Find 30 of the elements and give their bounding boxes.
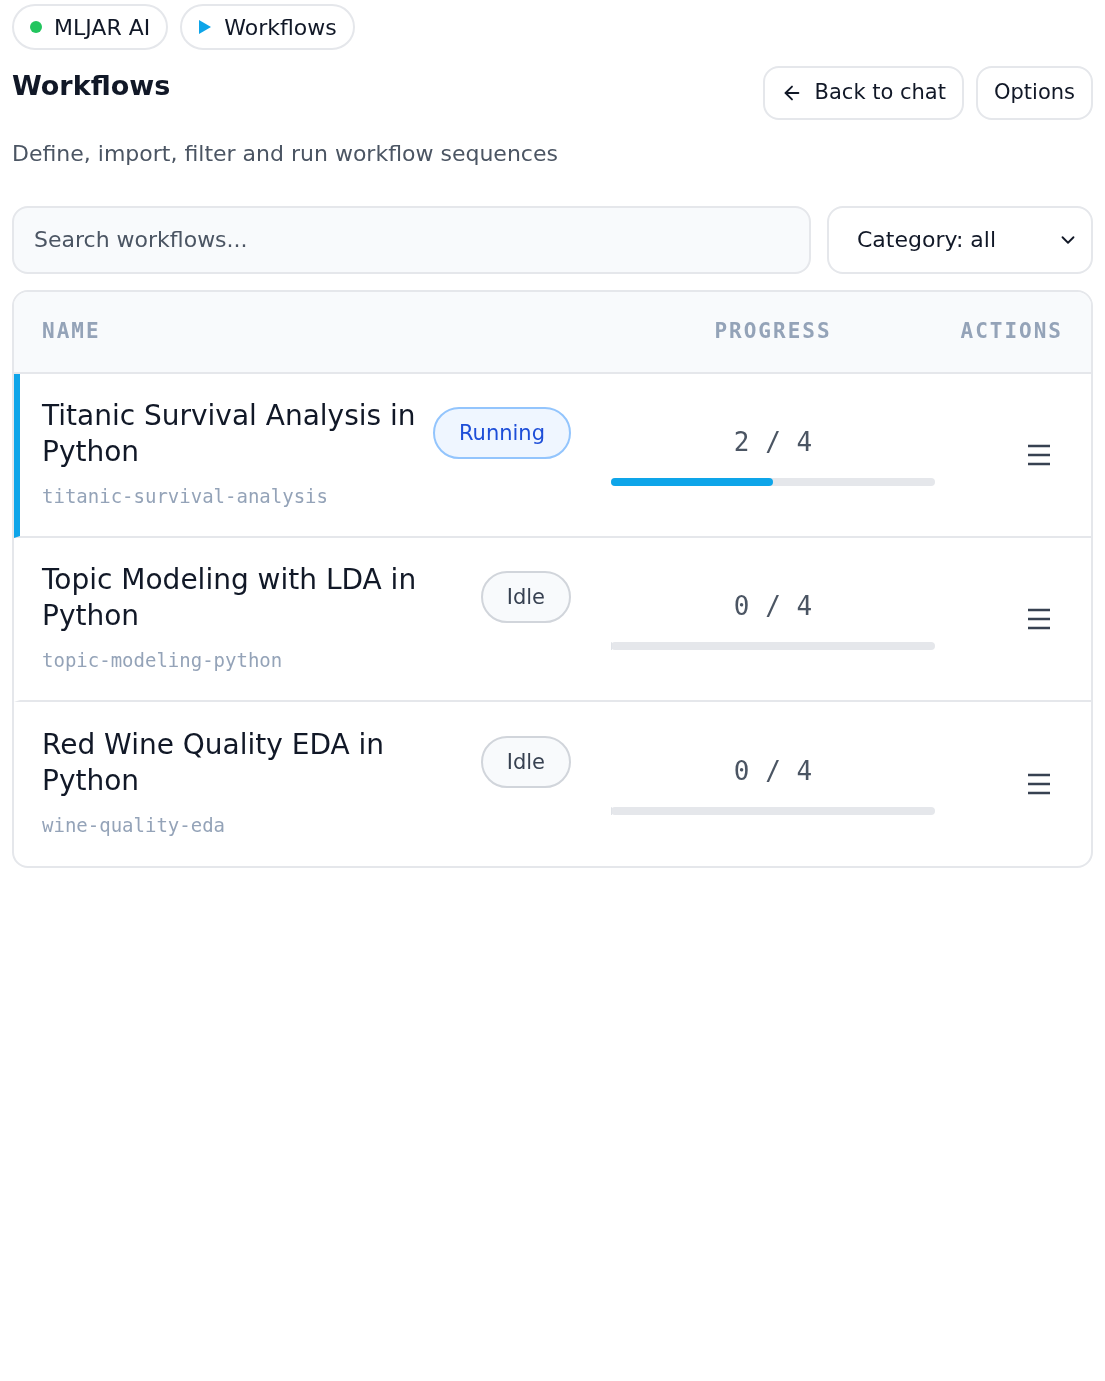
breadcrumb-chip[interactable]: MLJAR AI (12, 4, 169, 50)
workflow-row[interactable]: Topic Modeling with LDA in Python topic-modeling-python Idle 0 / 4 (14, 537, 1091, 702)
workflow-name: Red Wine Quality EDA in Python (42, 727, 386, 800)
page-title: Workflows (12, 69, 172, 103)
progress-count: 2 / 4 (733, 426, 813, 459)
status-badge: Idle (480, 571, 571, 624)
menu-icon (1027, 607, 1051, 630)
back-button[interactable]: Back to chat (762, 66, 964, 120)
column-header: NAME (41, 317, 102, 345)
options-button[interactable]: Options (975, 66, 1093, 120)
play-icon (198, 19, 213, 35)
page-subtitle: Define, import, filter and run workflow sequences (12, 139, 558, 168)
column-header: PROGRESS (713, 317, 833, 345)
workflow-row[interactable]: Titanic Survival Analysis in Python titanic-survival-analysis Running 2 / 4 (14, 373, 1091, 538)
status-badge: Running (432, 407, 571, 460)
workflow-slug: wine-quality-eda (42, 813, 227, 839)
workflow-name: Titanic Survival Analysis in Python (42, 398, 417, 471)
column-header: ACTIONS (959, 317, 1064, 345)
search-field[interactable]: Search workflows... (12, 205, 811, 274)
progress-count: 0 / 4 (733, 755, 813, 788)
menu-icon (1027, 772, 1051, 795)
workflow-name: Topic Modeling with LDA in Python (42, 562, 418, 635)
breadcrumb-chip[interactable]: Workflows (180, 4, 355, 50)
progress-count: 0 / 4 (733, 590, 813, 623)
workflow-row[interactable]: Red Wine Quality EDA in Python wine-quality-eda Idle 0 / 4 (14, 701, 1091, 866)
workflow-slug: topic-modeling-python (42, 648, 284, 674)
status-badge: Idle (480, 736, 571, 789)
menu-icon (1027, 443, 1051, 466)
workflow-slug: titanic-survival-analysis (42, 484, 329, 510)
category-select[interactable]: Category: all (827, 205, 1093, 274)
